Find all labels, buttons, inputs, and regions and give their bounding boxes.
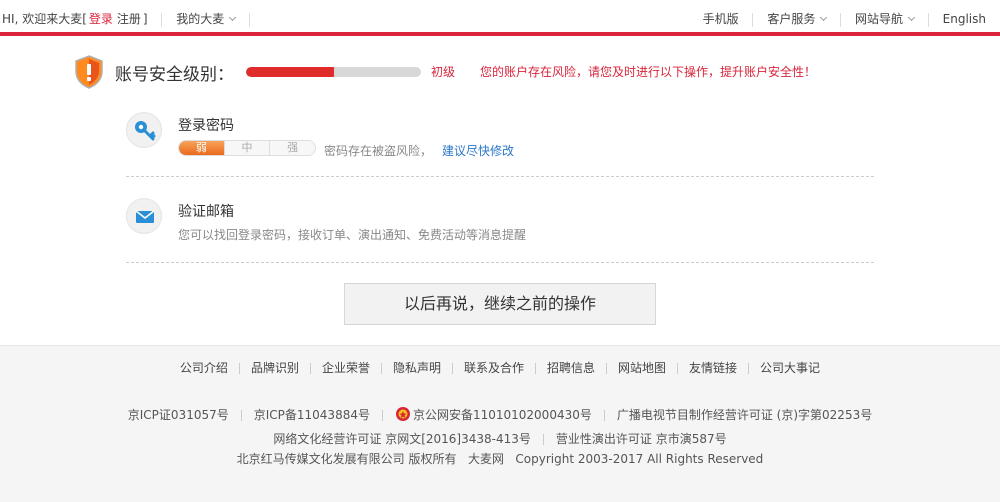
change-password-link[interactable]: 建议尽快修改 <box>442 142 514 159</box>
divider <box>752 12 754 27</box>
footer-link[interactable]: 招聘信息 <box>547 361 595 375</box>
my-damai-label: 我的大麦 <box>176 12 225 26</box>
security-level-row: 账号安全级别： 初级 您的账户存在风险，请您及时进行以下操作，提升账户安全性！ <box>74 55 954 89</box>
password-strength-meter: 弱 中 强 <box>178 140 316 156</box>
icp-certificate: 京ICP证031057号 <box>127 408 229 422</box>
icp-record: 京ICP备11043884号 <box>253 408 370 422</box>
divider <box>451 363 453 374</box>
divider <box>542 434 544 445</box>
divider <box>126 176 874 177</box>
top-bar-right: 手机版 客户服务 网站导航 English <box>703 10 986 27</box>
password-title: 登录密码 <box>178 118 234 134</box>
customer-service-menu[interactable]: 客户服务 <box>767 12 828 26</box>
damai-link[interactable]: 大麦网 <box>468 452 504 466</box>
my-damai-menu[interactable]: 我的大麦 <box>176 12 237 26</box>
english-link[interactable]: English <box>943 12 986 26</box>
divider <box>840 12 842 27</box>
site-nav-label: 网站导航 <box>854 12 903 26</box>
security-progress-fill <box>246 67 334 77</box>
key-icon <box>126 112 162 148</box>
mobile-link[interactable]: 手机版 <box>703 12 739 26</box>
close-bracket: ] <box>142 12 148 26</box>
divider <box>927 12 929 27</box>
chevron-down-icon <box>820 13 828 22</box>
email-item: 验证邮箱 您可以找回登录密码，接收订单、演出通知、免费活动等消息提醒 <box>126 198 874 242</box>
footer-link[interactable]: 友情链接 <box>689 361 737 375</box>
police-badge-icon <box>395 407 410 421</box>
footer-link[interactable]: 联系及合作 <box>464 361 524 375</box>
footer-link[interactable]: 品牌识别 <box>251 361 299 375</box>
divider <box>161 12 163 27</box>
chevron-down-icon <box>229 13 237 22</box>
divider <box>677 363 679 374</box>
email-title: 验证邮箱 <box>178 204 234 220</box>
footer-nav: 公司介绍 品牌识别 企业荣誉 隐私声明 联系及合作 招聘信息 网站地图 友情链接 公司大事记 <box>0 359 1000 376</box>
divider <box>380 363 382 374</box>
divider <box>606 363 608 374</box>
login-link[interactable]: 登录 <box>89 12 113 26</box>
police-record[interactable]: 京公网安备11010102000430号 <box>413 408 592 422</box>
security-warning: 您的账户存在风险，请您及时进行以下操作，提升账户安全性！ <box>480 65 817 79</box>
broadcast-license: 广播电视节目制作经营许可证 (京)字第02253号 <box>616 408 873 422</box>
footer-copyright-line: 北京红马传媒文化发展有限公司 版权所有 大麦网 Copyright 2003-2… <box>0 450 1000 467</box>
company-name: 北京红马传媒文化发展有限公司 版权所有 <box>236 452 457 466</box>
divider <box>748 363 750 374</box>
shield-warning-icon <box>75 55 103 89</box>
top-bar: HI, 欢迎来大麦[登录 注册] 我的大麦 手机版 客户服务 网站导航 Engli… <box>0 0 1000 36</box>
footer-link[interactable]: 公司大事记 <box>760 361 820 375</box>
footer-link[interactable]: 公司介绍 <box>180 361 228 375</box>
footer-license-line-1: 京ICP证031057号 京ICP备11043884号 京公网安备110101020… <box>0 406 1000 423</box>
site-nav-menu[interactable]: 网站导航 <box>854 12 916 26</box>
divider <box>238 363 240 374</box>
mail-icon <box>126 198 162 234</box>
performance-license: 营业性演出许可证 京市演587号 <box>555 432 727 446</box>
strength-weak: 弱 <box>179 141 224 155</box>
divider <box>381 410 383 421</box>
security-level-label: 初级 <box>431 65 456 79</box>
password-risk-note: 密码存在被盗风险， <box>324 144 433 158</box>
email-note: 您可以找回登录密码，接收订单、演出通知、免费活动等消息提醒 <box>178 228 527 242</box>
greeting-text: HI, 欢迎来大麦[ <box>2 12 87 26</box>
divider <box>249 12 251 27</box>
footer-link[interactable]: 网站地图 <box>618 361 666 375</box>
divider <box>603 410 605 421</box>
footer: 公司介绍 品牌识别 企业荣誉 隐私声明 联系及合作 招聘信息 网站地图 友情链接 公司大事记 京… <box>0 345 1000 502</box>
divider <box>126 262 874 263</box>
security-progress-bar <box>246 67 421 77</box>
password-item: 登录密码 弱 中 强 密码存在被盗风险， 建议尽快修改 <box>126 112 874 160</box>
culture-license: 网络文化经营许可证 京网文[2016]3438-413号 <box>273 432 531 446</box>
security-title: 账号安全级别： <box>115 65 234 85</box>
continue-button[interactable]: 以后再说，继续之前的操作 <box>344 283 656 325</box>
divider <box>535 363 536 374</box>
top-bar-left: HI, 欢迎来大麦[登录 注册] 我的大麦 <box>2 10 260 27</box>
footer-link[interactable]: 企业荣誉 <box>322 361 370 375</box>
register-link[interactable]: 注册 <box>117 12 141 26</box>
strength-medium: 中 <box>223 141 270 155</box>
divider <box>309 363 311 374</box>
footer-link[interactable]: 隐私声明 <box>393 361 441 375</box>
divider <box>240 410 242 421</box>
copyright-text: Copyright 2003-2017 All Rights Reserved <box>515 452 764 466</box>
chevron-down-icon <box>907 13 916 22</box>
customer-service-label: 客户服务 <box>767 12 816 26</box>
strength-strong: 强 <box>269 141 315 155</box>
footer-license-line-2: 网络文化经营许可证 京网文[2016]3438-413号 营业性演出许可证 京市演… <box>0 430 1000 447</box>
